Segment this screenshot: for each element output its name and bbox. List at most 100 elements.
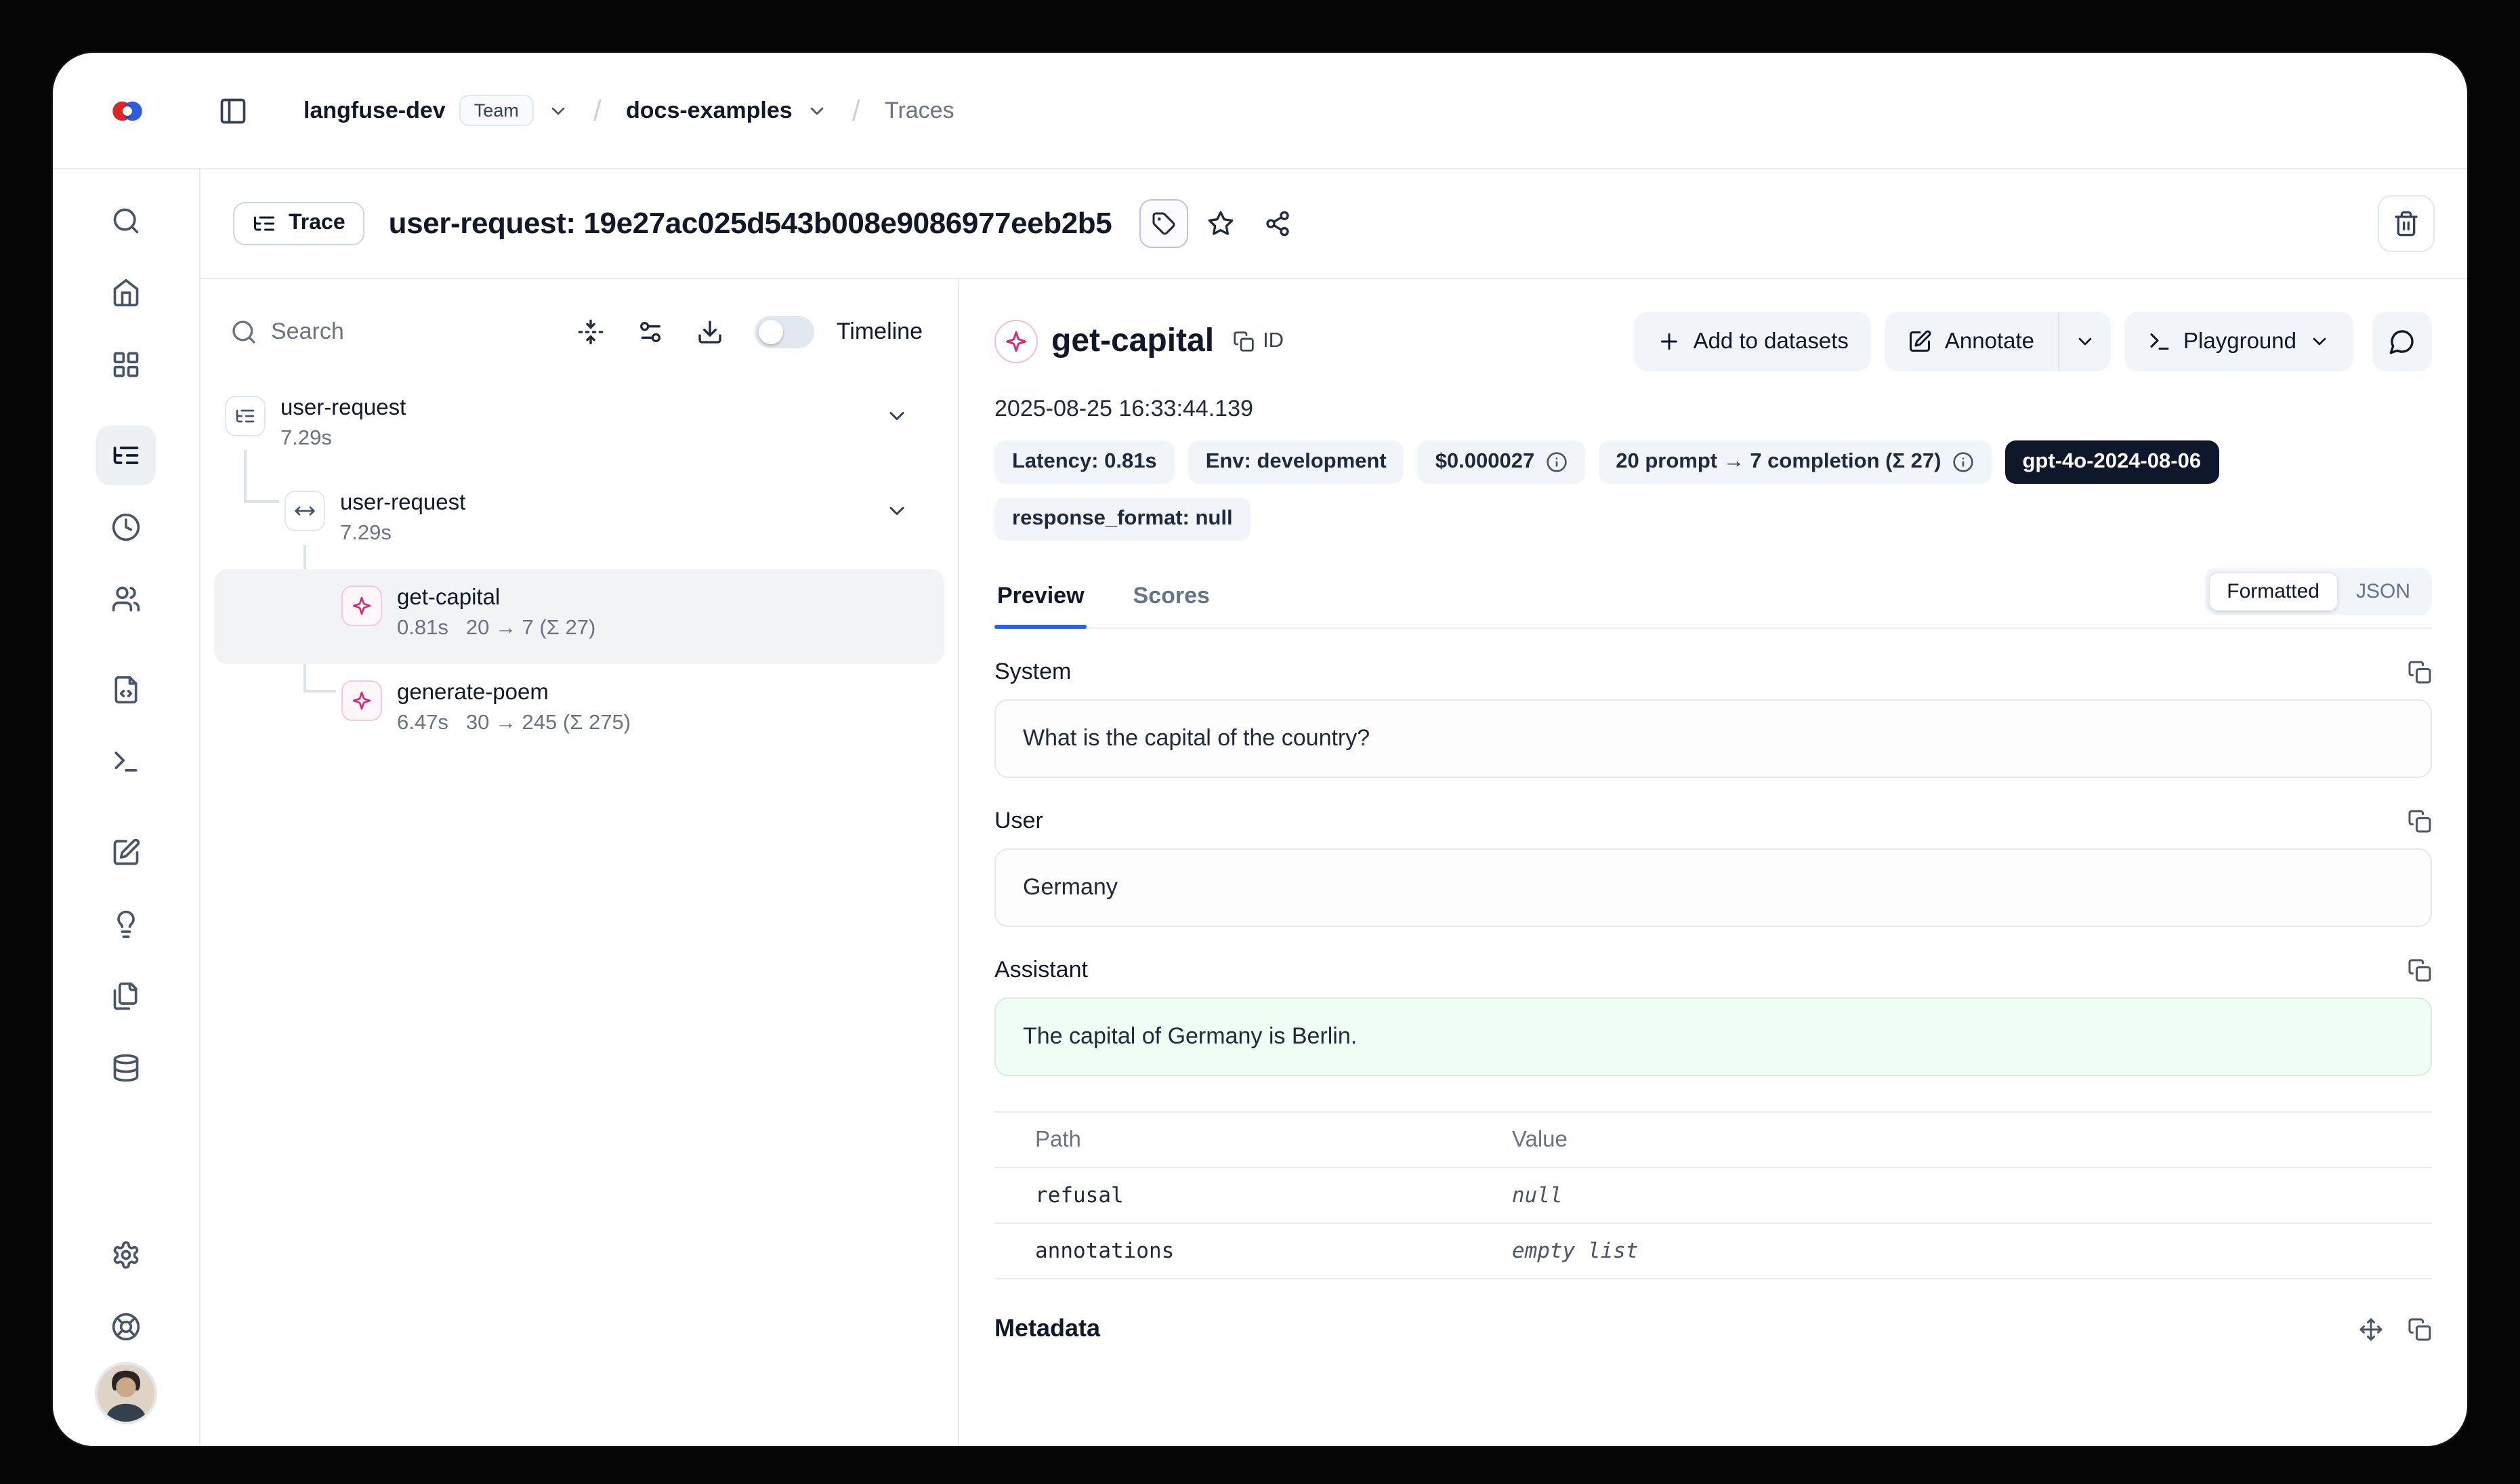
metadata-label: Metadata — [994, 1315, 1100, 1343]
chat-bubble-icon — [2389, 328, 2416, 355]
cost-badge[interactable]: $0.000027 — [1418, 440, 1585, 484]
tree-item-duration: 7.29s — [340, 518, 392, 549]
collapse-tree-button[interactable] — [566, 306, 617, 358]
output-properties-table: Path Value refusal null annotations empt… — [994, 1111, 2432, 1279]
annotate-label: Annotate — [1945, 329, 2034, 354]
tree-item-duration: 7.29s — [280, 423, 332, 454]
sidebar-item-datasets[interactable] — [96, 966, 156, 1026]
toggle-knob — [759, 320, 784, 344]
download-button[interactable] — [685, 306, 736, 358]
tree-settings-button[interactable] — [625, 306, 677, 358]
tokens-value: 20 prompt → 7 completion (Σ 27) — [1616, 450, 1941, 474]
detail-header: get-capital ID Add to datasets — [994, 312, 2432, 371]
playground-button[interactable]: Playground — [2124, 312, 2353, 371]
lifebuoy-icon — [111, 1312, 141, 1342]
files-icon — [111, 981, 141, 1011]
logo-cell — [53, 94, 201, 127]
tab-scores[interactable]: Scores — [1131, 583, 1213, 627]
value-cell: empty list — [1512, 1239, 2432, 1263]
tree-item-generation-selected[interactable]: get-capital 0.81s 20 → 7 (Σ 27) — [214, 569, 944, 664]
tag-button[interactable] — [1139, 199, 1188, 248]
annotate-dropdown-button[interactable] — [2057, 312, 2110, 371]
model-badge[interactable]: gpt-4o-2024-08-06 — [2005, 440, 2219, 484]
breadcrumb-project[interactable]: langfuse-dev — [303, 97, 446, 124]
detail-tabs: Preview Scores Formatted JSON — [994, 568, 2432, 629]
copy-icon[interactable] — [2408, 1317, 2432, 1341]
search-box[interactable] — [230, 318, 558, 346]
pen-square-icon — [111, 838, 141, 867]
breadcrumb-folder[interactable]: docs-examples — [626, 97, 793, 124]
search-input[interactable] — [271, 318, 420, 346]
move-icon[interactable] — [2359, 1317, 2383, 1341]
sidebar-item-prompts[interactable] — [96, 660, 156, 720]
badge-row-2: response_format: null — [994, 497, 2432, 541]
share-icon — [1263, 210, 1290, 237]
sidebar-item-search[interactable] — [96, 191, 156, 251]
copy-id-chip[interactable]: ID — [1233, 329, 1284, 354]
table-row: refusal null — [994, 1168, 2432, 1224]
terminal-icon — [111, 747, 141, 777]
sidebar-item-database[interactable] — [96, 1038, 156, 1098]
value-cell: null — [1512, 1183, 2432, 1208]
share-button[interactable] — [1253, 199, 1301, 248]
tokens-badge[interactable]: 20 prompt → 7 completion (Σ 27) — [1598, 440, 1991, 484]
breadcrumb-page[interactable]: Traces — [885, 97, 954, 124]
copy-icon[interactable] — [2408, 809, 2432, 833]
chevron-down-icon[interactable] — [547, 100, 569, 121]
tree-item-label: generate-poem — [397, 678, 631, 707]
sidebar-item-playground[interactable] — [96, 732, 156, 791]
tree-item-trace[interactable]: user-request 7.29s — [214, 379, 944, 474]
list-tree-icon — [252, 211, 276, 236]
tree-toolbar: Timeline — [201, 279, 958, 374]
tab-preview[interactable]: Preview — [994, 583, 1087, 627]
plus-icon — [1657, 329, 1681, 354]
tree-item-generation[interactable]: generate-poem 6.47s 30 → 245 (Σ 275) — [214, 664, 944, 759]
clock-icon — [111, 512, 141, 542]
metadata-section: Metadata — [994, 1315, 2432, 1343]
format-option-json[interactable]: JSON — [2338, 573, 2428, 610]
tree-item-span[interactable]: user-request 7.29s — [214, 474, 944, 569]
path-header: Path — [994, 1127, 1512, 1153]
sidebar-item-sessions[interactable] — [96, 497, 156, 557]
path-cell: refusal — [994, 1183, 1512, 1208]
sidebar-toggle-button[interactable] — [206, 83, 260, 138]
table-row: annotations empty list — [994, 1224, 2432, 1279]
sidebar-item-home[interactable] — [96, 263, 156, 323]
breadcrumb-separator: / — [593, 93, 602, 128]
assistant-message-content: The capital of Germany is Berlin. — [994, 997, 2432, 1076]
info-icon — [1952, 451, 1974, 473]
sliders-icon — [637, 318, 665, 346]
tree-item-duration: 0.81s — [397, 613, 448, 644]
annotate-button[interactable]: Annotate — [1885, 312, 2057, 371]
add-to-datasets-button[interactable]: Add to datasets — [1634, 312, 1872, 371]
pen-square-icon — [1908, 329, 1933, 354]
trace-title-bar: Trace user-request: 19e27ac025d543b008e9… — [201, 169, 2467, 279]
copy-icon[interactable] — [2408, 660, 2432, 684]
sidebar-item-traces[interactable] — [96, 426, 156, 485]
section-assistant: Assistant The capital of Germany is Berl… — [994, 957, 2432, 1076]
sidebar-item-annotation[interactable] — [96, 823, 156, 882]
sidebar-item-users[interactable] — [96, 569, 156, 629]
file-code-icon — [111, 675, 141, 705]
search-icon — [230, 318, 257, 346]
format-option-formatted[interactable]: Formatted — [2208, 572, 2338, 611]
copy-icon[interactable] — [2408, 958, 2432, 983]
observation-detail-panel: get-capital ID Add to datasets — [959, 279, 2467, 1446]
chevron-down-icon[interactable] — [885, 404, 909, 428]
sidebar-item-support[interactable] — [96, 1297, 156, 1357]
chevron-down-icon[interactable] — [885, 499, 909, 523]
icon-sidebar — [53, 169, 201, 1446]
timeline-label: Timeline — [837, 318, 923, 346]
sidebar-item-evaluation[interactable] — [96, 894, 156, 954]
bookmark-star-button[interactable] — [1196, 199, 1244, 248]
sidebar-item-dashboard[interactable] — [96, 335, 156, 394]
lightbulb-icon — [111, 909, 141, 939]
fold-vertical-icon — [578, 318, 605, 346]
timeline-toggle[interactable] — [755, 316, 815, 348]
comments-button[interactable] — [2372, 312, 2432, 371]
chevron-down-icon[interactable] — [806, 100, 828, 121]
tree-item-tokens: 30 → 245 (Σ 275) — [466, 707, 631, 739]
user-avatar[interactable] — [95, 1362, 157, 1424]
sidebar-item-settings[interactable] — [96, 1225, 156, 1285]
delete-trace-button[interactable] — [2378, 195, 2435, 252]
